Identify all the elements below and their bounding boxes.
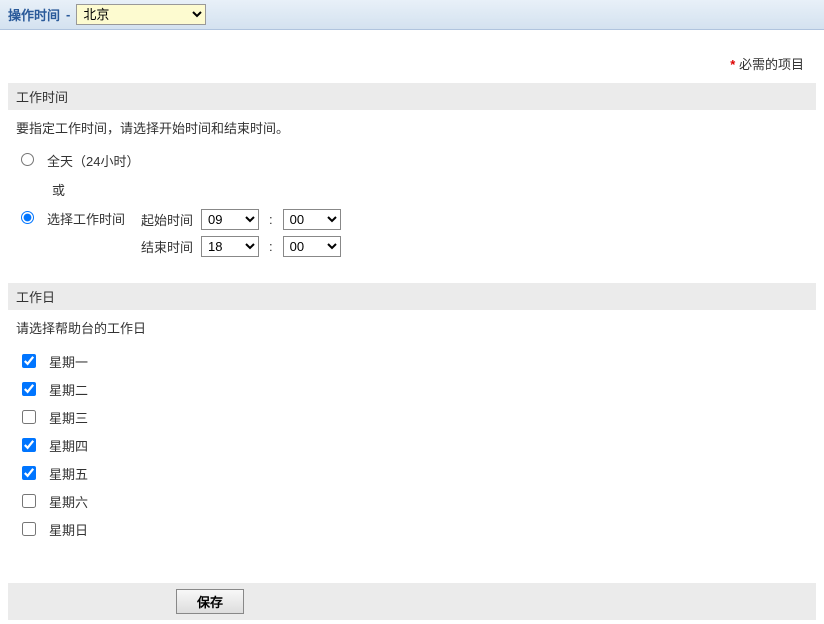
footer-bar: 保存	[8, 583, 816, 620]
day-row: 星期二	[16, 379, 808, 399]
day-row: 星期六	[16, 491, 808, 511]
end-hour-select[interactable]: 18	[201, 236, 259, 257]
day-checkbox[interactable]	[22, 438, 36, 452]
start-hour-select[interactable]: 09	[201, 209, 259, 230]
colon-2: :	[267, 239, 275, 254]
day-label: 星期一	[49, 352, 88, 371]
start-time-label: 起始时间	[141, 210, 193, 229]
day-row: 星期四	[16, 435, 808, 455]
day-label: 星期日	[49, 520, 88, 539]
day-checkbox[interactable]	[22, 354, 36, 368]
day-checkbox[interactable]	[22, 522, 36, 536]
day-label: 星期五	[49, 464, 88, 483]
required-note-text: 必需的项目	[739, 57, 804, 72]
work-days-header: 工作日	[8, 283, 816, 310]
start-minute-select[interactable]: 00	[283, 209, 341, 230]
header-bar: 操作时间 - 北京	[0, 0, 824, 30]
day-label: 星期三	[49, 408, 88, 427]
day-checkbox[interactable]	[22, 494, 36, 508]
work-time-body: 要指定工作时间，请选择开始时间和结束时间。 全天（24小时） 或 选择工作时间 …	[8, 110, 816, 283]
day-row: 星期日	[16, 519, 808, 539]
day-row: 星期一	[16, 351, 808, 371]
day-row: 星期三	[16, 407, 808, 427]
day-checkbox[interactable]	[22, 466, 36, 480]
required-star-icon: *	[730, 57, 735, 72]
day-label: 星期四	[49, 436, 88, 455]
work-time-instruction: 要指定工作时间，请选择开始时间和结束时间。	[16, 118, 808, 137]
radio-all-day-label: 全天（24小时）	[47, 151, 139, 170]
work-time-header: 工作时间	[8, 83, 816, 110]
day-row: 星期五	[16, 463, 808, 483]
colon-1: :	[267, 212, 275, 227]
radio-select-time-label: 选择工作时间	[47, 209, 125, 228]
save-button[interactable]: 保存	[176, 589, 244, 614]
header-title: 操作时间	[8, 5, 60, 24]
radio-select-time[interactable]	[21, 211, 34, 224]
day-checkbox[interactable]	[22, 410, 36, 424]
end-time-label: 结束时间	[141, 237, 193, 256]
day-label: 星期二	[49, 380, 88, 399]
work-days-body: 请选择帮助台的工作日 星期一星期二星期三星期四星期五星期六星期日	[8, 310, 816, 563]
day-label: 星期六	[49, 492, 88, 511]
end-minute-select[interactable]: 00	[283, 236, 341, 257]
or-text: 或	[52, 180, 808, 199]
radio-all-day[interactable]	[21, 153, 34, 166]
header-separator: -	[66, 7, 70, 22]
required-note: * 必需的项目	[8, 48, 816, 83]
day-checkbox[interactable]	[22, 382, 36, 396]
work-days-instruction: 请选择帮助台的工作日	[16, 318, 808, 337]
site-select[interactable]: 北京	[76, 4, 206, 25]
